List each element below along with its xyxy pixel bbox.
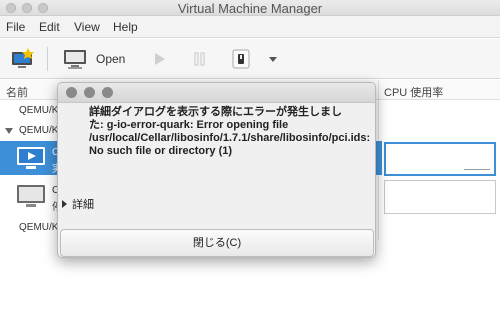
new-vm-button[interactable] (10, 47, 36, 71)
new-vm-icon (12, 48, 34, 68)
expand-arrow-icon[interactable] (4, 126, 14, 136)
connection-label[interactable]: QEMU/K (19, 105, 58, 116)
dialog-close-button[interactable] (66, 87, 77, 98)
column-name-header[interactable]: 名前 (6, 84, 28, 100)
run-button[interactable] (152, 47, 168, 71)
play-icon (155, 53, 165, 65)
menu-edit[interactable]: Edit (39, 20, 60, 34)
details-expander[interactable]: 詳細 (62, 196, 94, 212)
dialog-titlebar (58, 83, 375, 103)
open-button-label[interactable]: Open (96, 52, 125, 66)
cpu-usage-graph (384, 142, 496, 176)
shutdown-button[interactable] (230, 47, 252, 71)
pause-icon (194, 52, 205, 66)
window-title: Virtual Machine Manager (177, 1, 323, 16)
error-message: 詳細ダイアログを表示する際にエラーが発生しました: g-io-error-qua… (89, 106, 371, 157)
connection-label[interactable]: QEMU/K (19, 125, 58, 136)
menubar: File Edit View Help (0, 16, 500, 38)
power-icon (232, 49, 250, 69)
shutdown-menu-dropdown[interactable] (266, 47, 280, 71)
open-vm-button[interactable] (62, 47, 88, 71)
cpu-usage-graph (384, 180, 496, 214)
menu-view[interactable]: View (74, 20, 100, 34)
expander-arrow-icon (62, 200, 67, 208)
close-dialog-button[interactable]: 閉じる(C) (60, 229, 374, 257)
chevron-down-icon (269, 57, 277, 62)
column-cpu-header[interactable]: CPU 使用率 (384, 84, 443, 100)
vm-running-icon (17, 147, 45, 169)
window-titlebar: Virtual Machine Manager (0, 0, 500, 16)
error-dialog: 詳細ダイアログを表示する際にエラーが発生しました: g-io-error-qua… (57, 82, 376, 258)
menu-help[interactable]: Help (113, 20, 138, 34)
connection-label[interactable]: QEMU/K (19, 222, 58, 233)
menu-file[interactable]: File (6, 20, 25, 34)
monitor-icon (64, 50, 86, 69)
toolbar: Open (0, 39, 500, 79)
pause-button[interactable] (192, 47, 208, 71)
dialog-minimize-button[interactable] (84, 87, 95, 98)
details-expander-label: 詳細 (72, 199, 94, 211)
dialog-zoom-button[interactable] (102, 87, 113, 98)
vm-stopped-icon (17, 185, 45, 207)
